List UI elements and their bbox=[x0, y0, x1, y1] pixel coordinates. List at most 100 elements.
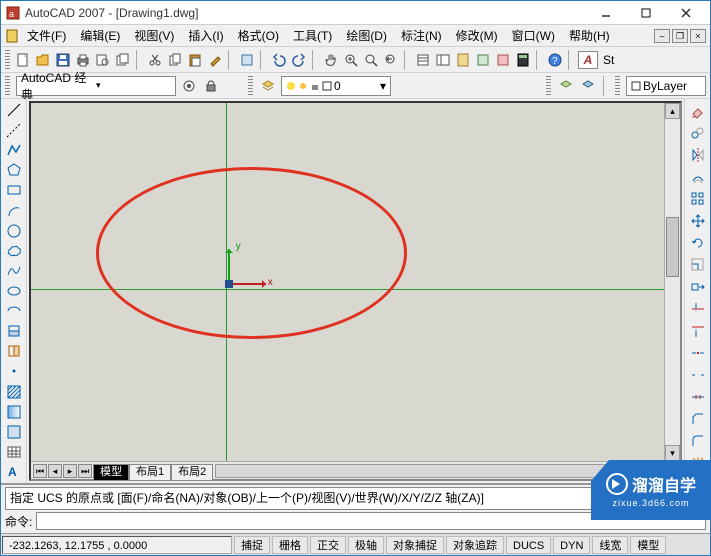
toolbar-grip[interactable] bbox=[615, 76, 620, 96]
tab-first-button[interactable]: ⏮ bbox=[33, 464, 47, 478]
menu-modify[interactable]: 修改(M) bbox=[450, 25, 504, 46]
fillet-icon[interactable] bbox=[688, 431, 708, 451]
maximize-button[interactable] bbox=[626, 2, 666, 24]
erase-icon[interactable] bbox=[688, 101, 708, 121]
print-icon[interactable] bbox=[74, 51, 92, 69]
coordinates-display[interactable]: -232.1263, 12.1755 , 0.0000 bbox=[2, 536, 232, 554]
design-center-icon[interactable] bbox=[434, 51, 452, 69]
menu-draw[interactable]: 绘图(D) bbox=[340, 25, 393, 46]
text-style-a-icon[interactable]: A bbox=[578, 51, 598, 69]
lwt-toggle[interactable]: 线宽 bbox=[592, 536, 628, 554]
ellipse-arc-icon[interactable] bbox=[4, 302, 24, 320]
layer-properties-icon[interactable] bbox=[259, 77, 277, 95]
snap-toggle[interactable]: 捕捉 bbox=[234, 536, 270, 554]
zoom-window-icon[interactable] bbox=[362, 51, 380, 69]
zoom-previous-icon[interactable] bbox=[382, 51, 400, 69]
workspace-dropdown[interactable]: AutoCAD 经典 ▾ bbox=[16, 76, 176, 96]
workspace-settings-icon[interactable] bbox=[180, 77, 198, 95]
polygon-icon[interactable] bbox=[4, 161, 24, 179]
offset-icon[interactable] bbox=[688, 167, 708, 187]
doc-close-button[interactable]: × bbox=[690, 29, 706, 43]
close-button[interactable] bbox=[666, 2, 706, 24]
insert-block-icon[interactable] bbox=[4, 322, 24, 340]
scroll-down-button[interactable]: ▾ bbox=[665, 445, 680, 461]
markup-icon[interactable] bbox=[494, 51, 512, 69]
block-editor-icon[interactable] bbox=[238, 51, 256, 69]
copy-icon[interactable] bbox=[166, 51, 184, 69]
tab-layout2[interactable]: 布局2 bbox=[171, 464, 213, 480]
dyn-toggle[interactable]: DYN bbox=[553, 536, 590, 554]
properties-icon[interactable] bbox=[414, 51, 432, 69]
minimize-button[interactable] bbox=[586, 2, 626, 24]
join-icon[interactable] bbox=[688, 387, 708, 407]
zoom-realtime-icon[interactable] bbox=[342, 51, 360, 69]
toolbar-grip[interactable] bbox=[5, 76, 10, 96]
stretch-icon[interactable] bbox=[688, 277, 708, 297]
model-toggle[interactable]: 模型 bbox=[630, 536, 666, 554]
sheet-set-icon[interactable] bbox=[474, 51, 492, 69]
menu-help[interactable]: 帮助(H) bbox=[563, 25, 616, 46]
ellipse-icon[interactable] bbox=[4, 282, 24, 300]
workspace-lock-icon[interactable] bbox=[202, 77, 220, 95]
copy-object-icon[interactable] bbox=[688, 123, 708, 143]
break-icon[interactable] bbox=[688, 365, 708, 385]
style-label[interactable]: St bbox=[600, 51, 617, 69]
doc-restore-button[interactable]: ❐ bbox=[672, 29, 688, 43]
tool-palettes-icon[interactable] bbox=[454, 51, 472, 69]
gradient-icon[interactable] bbox=[4, 403, 24, 421]
paste-icon[interactable] bbox=[186, 51, 204, 69]
chamfer-icon[interactable] bbox=[688, 409, 708, 429]
save-icon[interactable] bbox=[54, 51, 72, 69]
construction-line-icon[interactable] bbox=[4, 121, 24, 139]
toolbar-grip[interactable] bbox=[5, 50, 10, 70]
match-properties-icon[interactable] bbox=[206, 51, 224, 69]
break-at-point-icon[interactable] bbox=[688, 343, 708, 363]
array-icon[interactable] bbox=[688, 189, 708, 209]
mirror-icon[interactable] bbox=[688, 145, 708, 165]
rectangle-icon[interactable] bbox=[4, 181, 24, 199]
polyline-icon[interactable] bbox=[4, 141, 24, 159]
toolbar-grip[interactable] bbox=[546, 76, 551, 96]
otrack-toggle[interactable]: 对象追踪 bbox=[446, 536, 504, 554]
tab-prev-button[interactable]: ◂ bbox=[48, 464, 62, 478]
polar-toggle[interactable]: 极轴 bbox=[348, 536, 384, 554]
plot-preview-icon[interactable] bbox=[94, 51, 112, 69]
layer-previous-icon[interactable] bbox=[557, 77, 575, 95]
layer-states-icon[interactable] bbox=[579, 77, 597, 95]
menu-file[interactable]: 文件(F) bbox=[21, 25, 72, 46]
cut-icon[interactable] bbox=[146, 51, 164, 69]
layer-dropdown[interactable]: 0 ▾ bbox=[281, 76, 391, 96]
open-file-icon[interactable] bbox=[34, 51, 52, 69]
publish-icon[interactable] bbox=[114, 51, 132, 69]
undo-icon[interactable] bbox=[270, 51, 288, 69]
hatch-icon[interactable] bbox=[4, 383, 24, 401]
menu-edit[interactable]: 编辑(E) bbox=[74, 25, 126, 46]
color-bylayer-dropdown[interactable]: ByLayer bbox=[626, 76, 706, 96]
ortho-toggle[interactable]: 正交 bbox=[310, 536, 346, 554]
vertical-scrollbar[interactable]: ▴ ▾ bbox=[664, 103, 680, 461]
osnap-toggle[interactable]: 对象捕捉 bbox=[386, 536, 444, 554]
new-file-icon[interactable] bbox=[14, 51, 32, 69]
menu-format[interactable]: 格式(O) bbox=[232, 25, 285, 46]
spline-icon[interactable] bbox=[4, 262, 24, 280]
trim-icon[interactable] bbox=[688, 299, 708, 319]
pan-icon[interactable] bbox=[322, 51, 340, 69]
grid-toggle[interactable]: 栅格 bbox=[272, 536, 308, 554]
menu-dimension[interactable]: 标注(N) bbox=[395, 25, 448, 46]
table-icon[interactable] bbox=[4, 443, 24, 461]
extend-icon[interactable] bbox=[688, 321, 708, 341]
line-icon[interactable] bbox=[4, 101, 24, 119]
drawing-canvas[interactable]: x y ▴ ▾ bbox=[31, 103, 680, 461]
revision-cloud-icon[interactable] bbox=[4, 242, 24, 260]
region-icon[interactable] bbox=[4, 423, 24, 441]
scale-icon[interactable] bbox=[688, 255, 708, 275]
quickcalc-icon[interactable] bbox=[514, 51, 532, 69]
ducs-toggle[interactable]: DUCS bbox=[506, 536, 551, 554]
scroll-up-button[interactable]: ▴ bbox=[665, 103, 680, 119]
point-icon[interactable] bbox=[4, 362, 24, 380]
make-block-icon[interactable] bbox=[4, 342, 24, 360]
tab-model[interactable]: 模型 bbox=[93, 464, 129, 480]
tab-next-button[interactable]: ▸ bbox=[63, 464, 77, 478]
menu-view[interactable]: 视图(V) bbox=[128, 25, 180, 46]
move-icon[interactable] bbox=[688, 211, 708, 231]
